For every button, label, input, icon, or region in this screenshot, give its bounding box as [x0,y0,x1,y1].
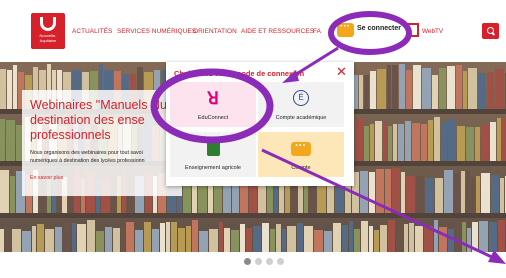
carousel-dots [244,258,288,266]
webtv-icon[interactable] [406,23,419,37]
carousel-dot[interactable] [255,258,262,265]
academic-account-option[interactable]: É Compte académique [258,82,344,127]
search-button[interactable] [482,23,499,39]
educonnect-icon: ꓤ [207,89,219,108]
hero-body: Nous organisons des webinaires pour tout… [30,150,180,165]
webtv-link[interactable]: WebTV [422,28,443,35]
academic-account-label: Compte académique [275,115,327,121]
logo-text: Nouvelle-Aquitaine [39,33,57,43]
agricultural-education-option[interactable]: Enseignement agricole [170,132,256,177]
connect-label: Se connecter [357,25,401,32]
hero-body-line: numériques à destination des lycées prof… [30,157,145,164]
nav-orientation[interactable]: ORIENTATION [193,28,237,35]
nav-aide-ressources[interactable]: AIDE ET RESSOURCES [241,28,314,35]
agricultural-education-icon [207,140,220,156]
educonnect-option[interactable]: ꓤ EduConnect [170,82,256,127]
nav-fa[interactable]: FA [313,28,321,35]
site-header: Nouvelle-Aquitaine ACTUALITÉS SERVICES N… [0,0,506,62]
login-mode-modal: Choisissez votre mode de connexion ✕ ꓤ E… [166,62,354,186]
region-logo[interactable]: Nouvelle-Aquitaine [31,13,65,49]
academic-account-icon: É [293,90,309,106]
connect-button[interactable]: Se connecter [337,21,401,41]
educonnect-label: EduConnect [197,115,229,121]
account-option[interactable]: Compte [258,132,344,177]
carousel-dot[interactable] [277,258,284,265]
nav-services-numeriques[interactable]: SERVICES NUMÉRIQUES [117,28,196,35]
account-icon [291,140,311,156]
chat-bubble-icon [337,21,354,37]
nav-actualites[interactable]: ACTUALITÉS [72,28,112,35]
page: Nouvelle-Aquitaine ACTUALITÉS SERVICES N… [0,0,506,278]
modal-title: Choisissez votre mode de connexion [174,69,305,78]
carousel-dot[interactable] [266,258,273,265]
agricultural-education-label: Enseignement agricole [185,165,241,171]
close-icon[interactable]: ✕ [336,65,347,78]
read-more-link[interactable]: En savoir plus [30,175,63,181]
logo-mark-icon [40,17,56,31]
hero-body-line: Nous organisons des webinaires pour tout… [30,150,143,156]
carousel-dot[interactable] [244,258,251,265]
annotation-arrow-head [488,250,506,264]
account-label: Compte [291,165,311,171]
